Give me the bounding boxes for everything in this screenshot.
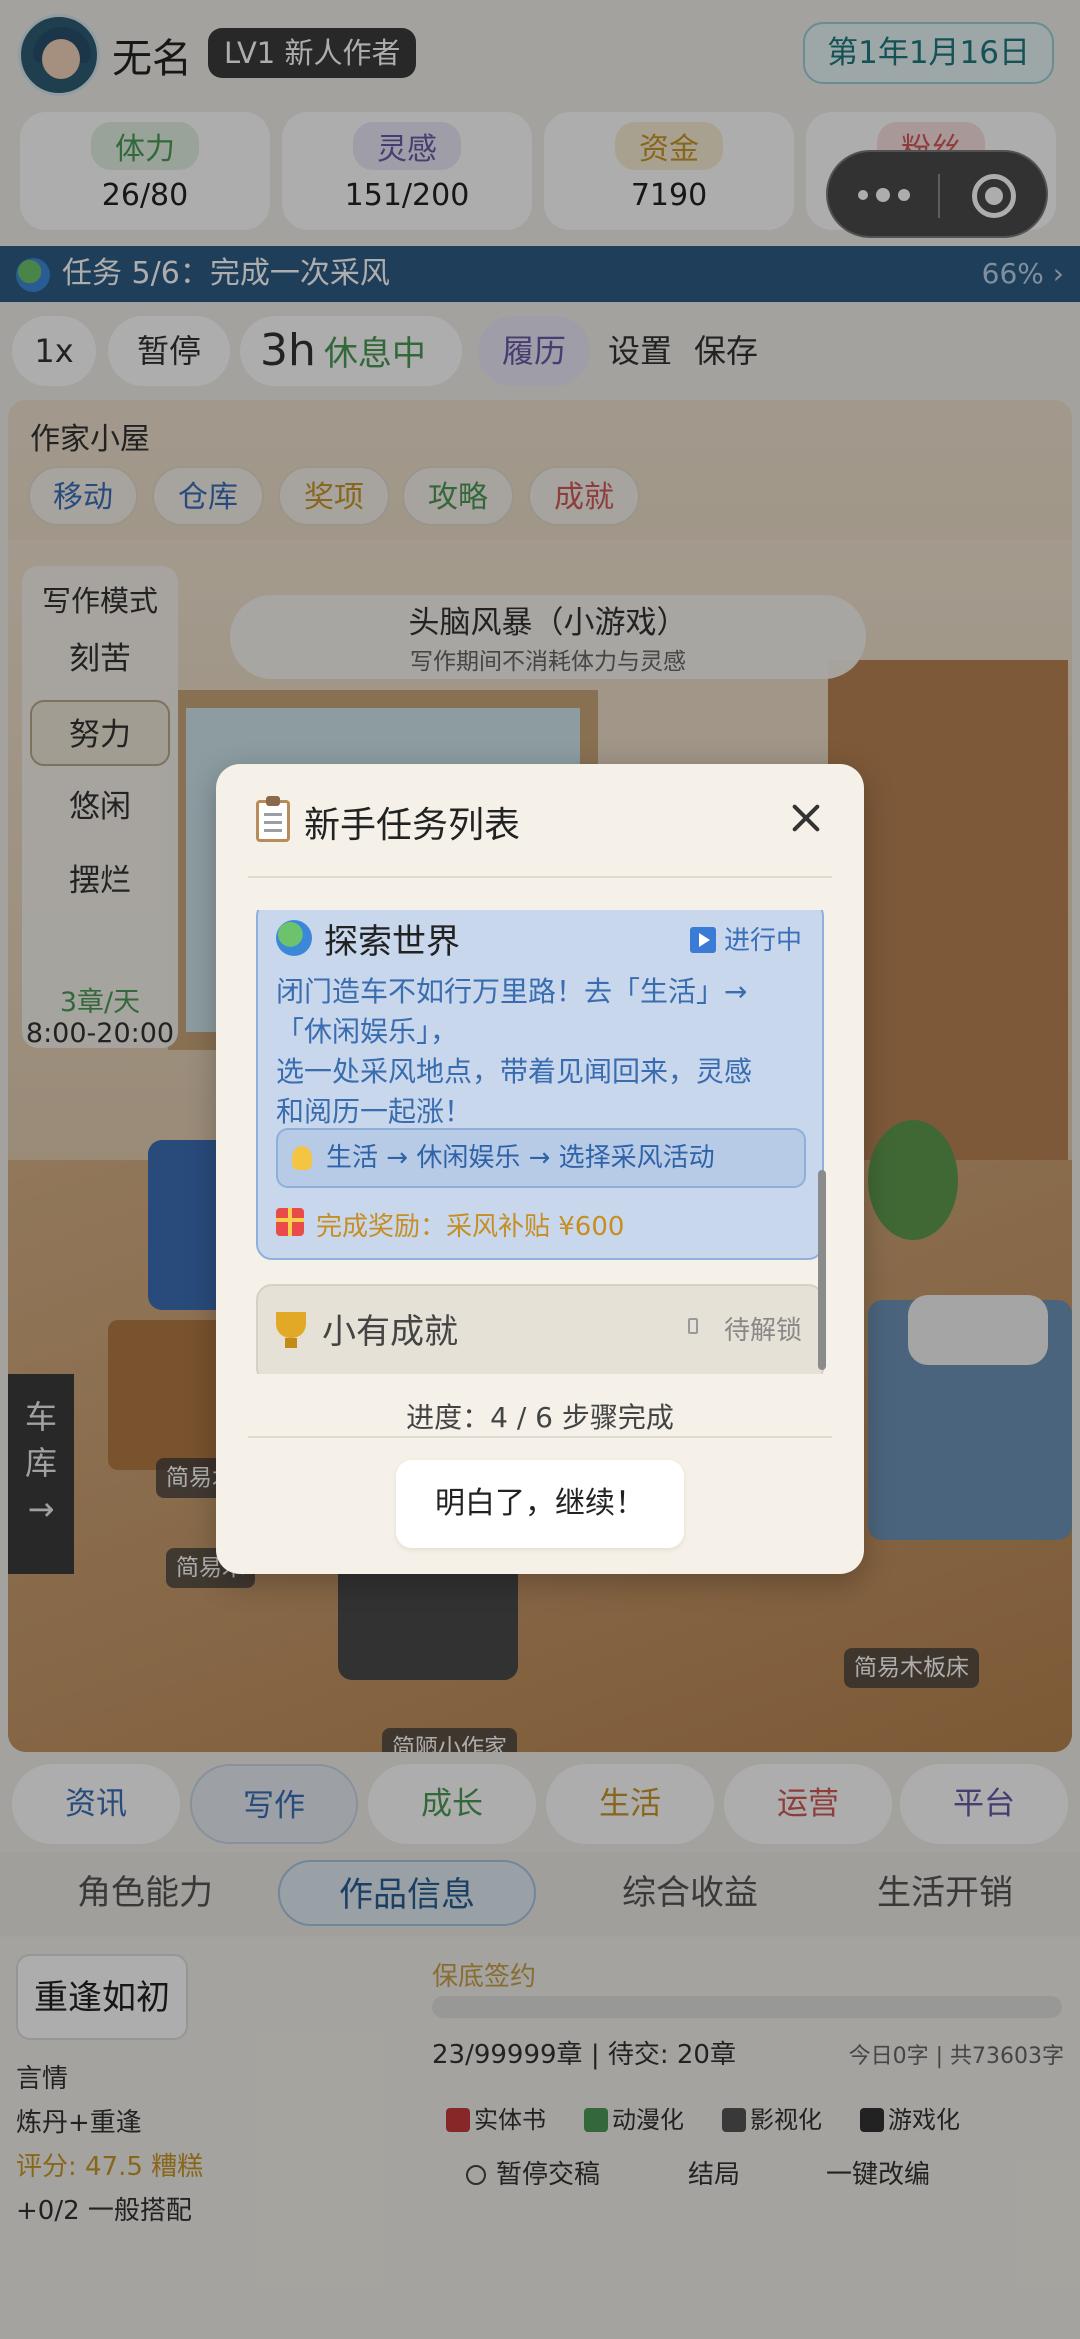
task-name: 小有成就 bbox=[322, 1312, 458, 1352]
task-description: 闭门造车不如行万里路！去「生活」→ 「休闲娱乐」， 选一处采风地点，带着见闻回来… bbox=[276, 972, 816, 1132]
task-status: 进行中 bbox=[689, 920, 802, 957]
task-card-locked: 小有成就 待解锁 bbox=[256, 1284, 824, 1374]
play-icon bbox=[689, 927, 716, 953]
trophy-icon bbox=[276, 1312, 306, 1348]
close-icon[interactable] bbox=[786, 798, 826, 838]
task-list[interactable]: 探索世界 进行中 闭门造车不如行万里路！去「生活」→ 「休闲娱乐」， 选一处采风… bbox=[256, 910, 830, 1374]
task-status-label: 进行中 bbox=[723, 926, 802, 956]
modal-divider bbox=[248, 1436, 832, 1438]
globe-icon bbox=[276, 920, 312, 956]
desc-line: 和阅历一起涨！ bbox=[276, 1095, 473, 1128]
modal-title: 新手任务列表 bbox=[304, 805, 521, 846]
desc-line: 「休闲娱乐」， bbox=[276, 1015, 459, 1048]
task-name: 探索世界 bbox=[324, 922, 460, 962]
task-hint-text: 生活 → 休闲娱乐 → 选择采风活动 bbox=[326, 1143, 715, 1173]
desc-line: 选一处采风地点，带着见闻回来，灵感 bbox=[276, 1055, 753, 1088]
task-status: 待解锁 bbox=[723, 1316, 802, 1346]
clipboard-icon bbox=[256, 796, 290, 842]
task-hint: 生活 → 休闲娱乐 → 选择采风活动 bbox=[276, 1128, 806, 1188]
task-reward: 完成奖励：采风补贴 ¥600 bbox=[276, 1206, 624, 1243]
task-reward-text: 完成奖励：采风补贴 ¥600 bbox=[316, 1212, 625, 1242]
novice-task-modal: 新手任务列表 探索世界 进行中 闭门造车不如行万里路！去「生活」→ 「休闲娱乐」… bbox=[216, 764, 864, 1574]
modal-divider bbox=[248, 876, 832, 878]
lock-icon bbox=[688, 1318, 698, 1334]
task-card-active: 探索世界 进行中 闭门造车不如行万里路！去「生活」→ 「休闲娱乐」， 选一处采风… bbox=[256, 910, 824, 1260]
task-progress: 进度：4 / 6 步骤完成 bbox=[406, 1401, 674, 1434]
confirm-button[interactable]: 明白了，继续！ bbox=[396, 1460, 684, 1548]
gift-icon bbox=[276, 1208, 304, 1236]
lightbulb-icon bbox=[292, 1146, 312, 1170]
task-list-scrollbar[interactable] bbox=[818, 1170, 826, 1370]
desc-line: 闭门造车不如行万里路！去「生活」→ bbox=[276, 975, 748, 1008]
